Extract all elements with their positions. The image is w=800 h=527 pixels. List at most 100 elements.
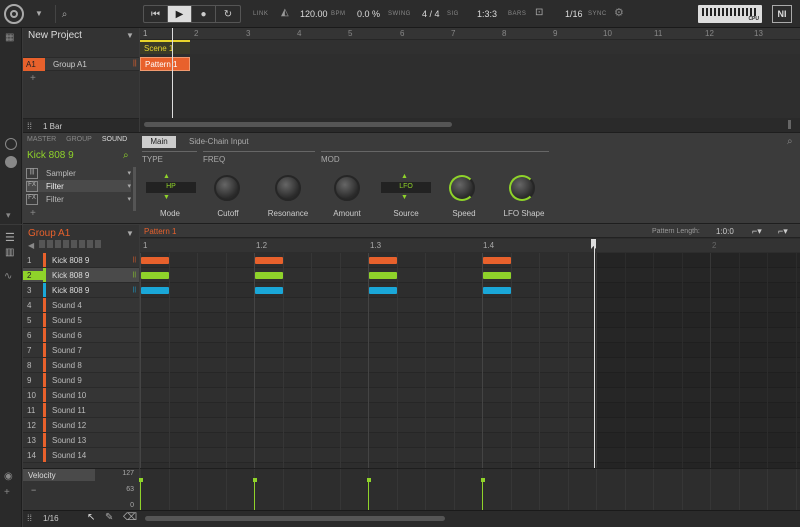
- bars-label[interactable]: 1 Bar: [43, 122, 62, 131]
- sound-row[interactable]: 14 Sound 14: [23, 448, 139, 463]
- select-tool-icon[interactable]: ↖: [87, 512, 95, 523]
- note[interactable]: [141, 257, 169, 264]
- param-search-icon[interactable]: ⌕: [787, 136, 793, 147]
- project-name[interactable]: New Project: [28, 30, 82, 41]
- record-button[interactable]: ●: [192, 6, 216, 22]
- link-label[interactable]: LINK: [253, 11, 268, 17]
- velocity-stem[interactable]: [140, 479, 141, 511]
- sound-row[interactable]: 10 Sound 10: [23, 388, 139, 403]
- tab-master[interactable]: MASTER: [27, 136, 56, 143]
- velocity-stem[interactable]: [254, 479, 255, 511]
- keyboard-icon[interactable]: ▥: [5, 247, 14, 258]
- add-plugin-button[interactable]: +: [30, 208, 36, 219]
- sound-name[interactable]: Kick 808 9: [27, 150, 74, 161]
- collapse-icon[interactable]: ▾: [6, 210, 11, 221]
- sound-row[interactable]: 5 Sound 5: [23, 313, 139, 328]
- grid-dots-icon[interactable]: ⁞⁞: [27, 513, 32, 523]
- group-handle-icon[interactable]: ||: [133, 60, 137, 67]
- sound-row[interactable]: 13 Sound 13: [23, 433, 139, 448]
- sound-row[interactable]: 3 Kick 808 9 ||: [23, 283, 139, 298]
- sound-row[interactable]: 8 Sound 8: [23, 358, 139, 373]
- note[interactable]: [483, 287, 511, 294]
- add-group-button[interactable]: +: [30, 73, 36, 84]
- grid-resolution[interactable]: 1/16: [43, 514, 59, 523]
- tab-group[interactable]: GROUP: [66, 136, 92, 143]
- velocity-handle[interactable]: [139, 478, 143, 482]
- follow-icon[interactable]: ⊡: [535, 7, 543, 18]
- speaker-icon[interactable]: ◀: [28, 241, 34, 250]
- resonance-knob[interactable]: [275, 175, 301, 201]
- eraser-tool-icon[interactable]: ⌫: [123, 512, 137, 523]
- mode-selector[interactable]: HP: [146, 182, 196, 193]
- swing-value[interactable]: 0.0 %: [357, 9, 380, 19]
- source-up-arrow-icon[interactable]: ▲: [401, 173, 408, 180]
- pattern-name[interactable]: Pattern 1: [144, 227, 176, 236]
- grid-icon[interactable]: ▦: [5, 32, 17, 44]
- speed-knob[interactable]: [449, 175, 475, 201]
- note[interactable]: [483, 272, 511, 279]
- play-button[interactable]: ▶: [168, 6, 192, 22]
- arranger-ruler[interactable]: 1 2 3 4 5 6 7 8 9 10 11 12 13: [140, 28, 800, 40]
- channel-icon[interactable]: [5, 156, 17, 168]
- grid-dots-icon[interactable]: ⁞⁞: [27, 121, 32, 131]
- zoom-icon[interactable]: ⌐▾: [778, 226, 788, 237]
- plugin-menu-icon[interactable]: ▾: [127, 182, 131, 190]
- pattern-group-name[interactable]: Group A1: [28, 228, 70, 239]
- pattern-length-value[interactable]: 1:0:0: [716, 227, 734, 236]
- step-mode-icon[interactable]: ⌐▾: [752, 226, 762, 237]
- source-selector[interactable]: LFO: [381, 182, 431, 193]
- note[interactable]: [483, 257, 511, 264]
- project-menu-icon[interactable]: ▼: [126, 31, 134, 40]
- lfo-shape-knob[interactable]: [509, 175, 535, 201]
- tab-side-chain[interactable]: Side-Chain Input: [189, 137, 249, 146]
- note[interactable]: [255, 287, 283, 294]
- scroll-end-handle[interactable]: [788, 120, 791, 129]
- note[interactable]: [255, 272, 283, 279]
- sound-row[interactable]: 6 Sound 6: [23, 328, 139, 343]
- velocity-label[interactable]: Velocity: [23, 469, 95, 481]
- scene-1[interactable]: Scene 1: [140, 40, 190, 54]
- signature-value[interactable]: 4 / 4: [422, 9, 440, 19]
- tempo-value[interactable]: 120.00: [300, 9, 328, 19]
- maschine-logo-icon[interactable]: [4, 4, 24, 24]
- velocity-handle[interactable]: [367, 478, 371, 482]
- velocity-lane[interactable]: [139, 468, 800, 511]
- plugin-menu-icon[interactable]: ▾: [127, 169, 131, 177]
- arranger-scrollbar[interactable]: [144, 122, 452, 127]
- plugin-slot[interactable]: ||| Sampler ▾: [26, 167, 131, 179]
- note[interactable]: [369, 257, 397, 264]
- sound-row[interactable]: 9 Sound 9: [23, 373, 139, 388]
- plugin-icon[interactable]: [5, 138, 17, 150]
- note[interactable]: [141, 287, 169, 294]
- velocity-handle[interactable]: [481, 478, 485, 482]
- menu-chevron-icon[interactable]: ▼: [32, 6, 46, 20]
- note[interactable]: [369, 272, 397, 279]
- note[interactable]: [369, 287, 397, 294]
- sound-row[interactable]: 7 Sound 7: [23, 343, 139, 358]
- settings-gear-icon[interactable]: ⚙: [614, 6, 624, 19]
- pencil-tool-icon[interactable]: ✎: [105, 512, 113, 523]
- note[interactable]: [255, 257, 283, 264]
- velocity-remove-button[interactable]: −: [31, 485, 36, 495]
- browse-search-icon[interactable]: ⌕: [123, 150, 129, 161]
- note[interactable]: [141, 272, 169, 279]
- mode-down-arrow-icon[interactable]: ▼: [163, 194, 170, 201]
- list-icon[interactable]: ☰: [5, 231, 15, 244]
- source-down-arrow-icon[interactable]: ▼: [401, 194, 408, 201]
- search-icon[interactable]: ⌕: [55, 5, 73, 23]
- velocity-stem[interactable]: [368, 479, 369, 511]
- sound-handle-icon[interactable]: ||: [133, 272, 136, 278]
- amount-knob[interactable]: [334, 175, 360, 201]
- group-row[interactable]: A1 Group A1 ||: [23, 57, 139, 71]
- restart-button[interactable]: ⏮: [144, 6, 168, 22]
- sound-row[interactable]: 2 Kick 808 9 ||: [23, 268, 139, 283]
- tab-main[interactable]: Main: [142, 136, 176, 148]
- plugin-scrollbar[interactable]: [133, 167, 136, 211]
- loop-button[interactable]: ↻: [216, 6, 240, 22]
- sound-row[interactable]: 1 Kick 808 9 ||: [23, 253, 139, 268]
- sound-handle-icon[interactable]: ||: [133, 257, 136, 263]
- pattern-ruler[interactable]: 1 1.2 1.3 1.4 2: [140, 239, 800, 252]
- cutoff-knob[interactable]: [214, 175, 240, 201]
- velocity-handle[interactable]: [253, 478, 257, 482]
- plugin-menu-icon[interactable]: ▾: [127, 195, 131, 203]
